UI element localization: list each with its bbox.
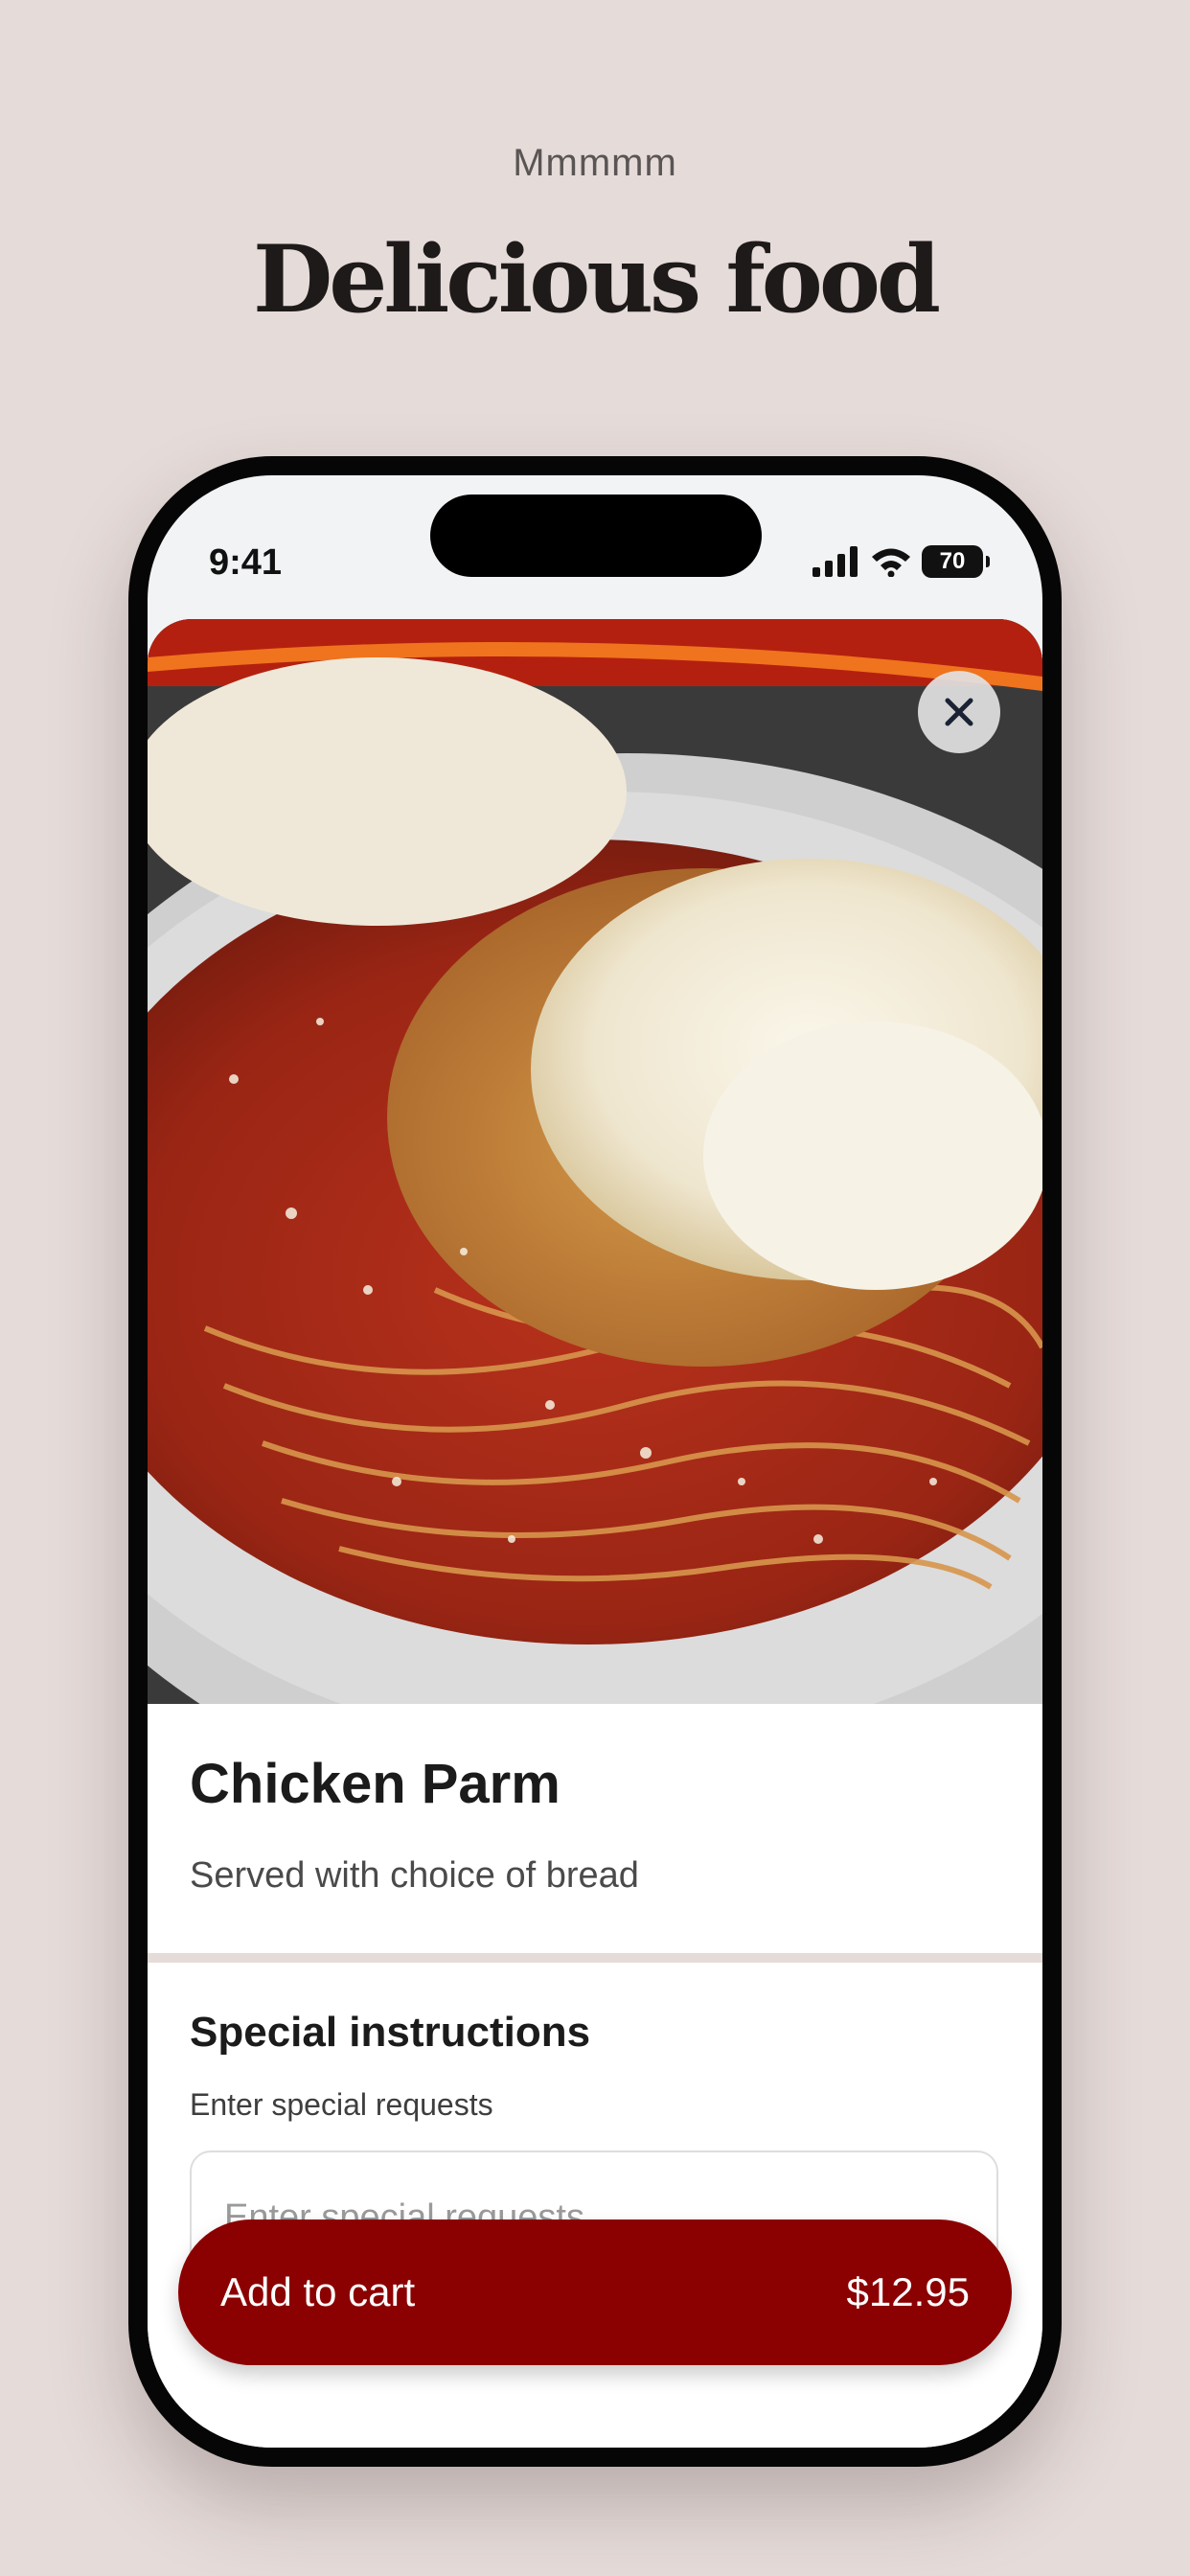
chicken-parm-photo (148, 619, 1042, 1704)
special-instructions-title: Special instructions (190, 2009, 591, 2056)
dynamic-island (430, 494, 762, 577)
promo-eyebrow: Mmmmm (513, 142, 677, 184)
add-to-cart-label: Add to cart (220, 2269, 416, 2314)
signal-icon (812, 546, 858, 577)
status-icons: 70 (812, 542, 990, 581)
add-to-cart-price: $12.95 (846, 2269, 970, 2314)
close-button[interactable] (918, 671, 1000, 753)
item-title: Chicken Parm (190, 1753, 561, 1815)
item-description: Served with choice of bread (190, 1855, 639, 1896)
section-divider (148, 1953, 1042, 1963)
battery-icon: 70 (922, 545, 990, 578)
phone-screen: 9:41 70 Chicken Parm Served with choice … (148, 475, 1042, 2448)
special-instructions-subtitle: Enter special requests (190, 2087, 493, 2122)
promo-headline: Delicious food (253, 225, 941, 334)
item-sheet: Chicken Parm Served with choice of bread… (148, 619, 1042, 2448)
status-time: 9:41 (209, 542, 283, 583)
phone-frame: 9:41 70 Chicken Parm Served with choice … (128, 456, 1062, 2467)
close-icon (945, 698, 973, 726)
add-to-cart-button[interactable]: Add to cart $12.95 (178, 2220, 1012, 2365)
wifi-icon (872, 548, 910, 577)
